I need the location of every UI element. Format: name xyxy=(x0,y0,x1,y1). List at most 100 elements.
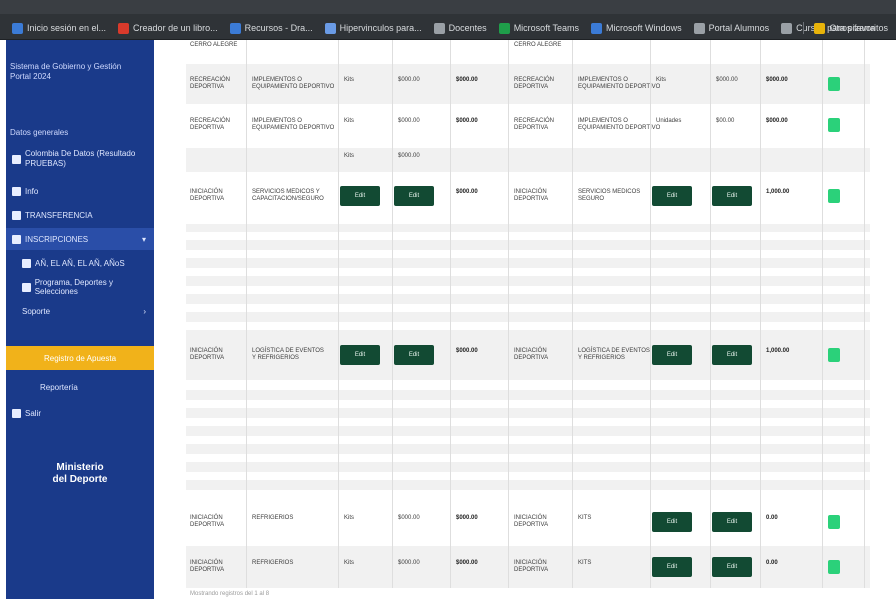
main-content: CERRO ALEGRE CERRO ALEGRE RECREACIÓN DEPOR… xyxy=(160,40,896,599)
other-bookmarks-folder[interactable]: Otros favoritos xyxy=(810,19,892,37)
edit-button[interactable]: Edit xyxy=(652,345,692,365)
table-cell: 1,000.00 xyxy=(766,348,790,354)
chevron-right-icon: › xyxy=(143,306,146,316)
table-cell: Kits xyxy=(344,515,355,521)
edit-button[interactable]: Edit xyxy=(652,557,692,577)
grid-divider xyxy=(246,40,247,588)
table-cell: 1,000.00 xyxy=(766,189,790,195)
table-cell: $000.00 xyxy=(398,77,420,83)
action-icon[interactable] xyxy=(828,77,840,91)
action-icon[interactable] xyxy=(828,560,840,574)
table-cell: INICIACIÓN DEPORTIVA xyxy=(514,189,549,202)
table-cell: INICIACIÓN DEPORTIVA xyxy=(190,189,225,202)
table-cell: $000.00 xyxy=(456,189,478,195)
bookmark-item[interactable]: Portal Alumnos xyxy=(690,19,774,37)
table-cell: RECREACIÓN DEPORTIVA xyxy=(190,118,231,131)
empty-table-row xyxy=(186,390,870,400)
table-cell: Kits xyxy=(656,77,667,83)
empty-table-row xyxy=(186,240,870,250)
grid-divider xyxy=(508,40,509,588)
action-icon[interactable] xyxy=(828,515,840,529)
sidebar-subitem-soporte[interactable]: Soporte › xyxy=(6,300,154,322)
action-icon[interactable] xyxy=(828,189,840,203)
bookmark-item[interactable]: Microsoft Windows xyxy=(587,19,686,37)
doc-icon xyxy=(22,282,31,292)
bookmark-favicon-icon xyxy=(498,22,510,34)
edit-button[interactable]: Edit xyxy=(340,345,380,365)
bookmark-item[interactable]: Creador de un libro... xyxy=(114,19,222,37)
bookmark-item[interactable]: Microsoft Teams xyxy=(495,19,583,37)
table-cell: RECREACIÓN DEPORTIVA xyxy=(514,118,555,131)
grid-divider xyxy=(392,40,393,588)
sidebar-item-inscripciones[interactable]: INSCRIPCIONES ▾ xyxy=(6,228,154,250)
empty-table-row xyxy=(186,426,870,436)
sidebar-system-title: Sistema de Gobierno y Gestión Portal 202… xyxy=(10,62,122,81)
sidebar-item-reporteria[interactable]: Reportería xyxy=(6,376,154,398)
sidebar-item-salir[interactable]: Salir xyxy=(6,402,154,424)
sidebar-item-info[interactable]: Info xyxy=(6,180,154,202)
table-cell: LOGÍSTICA DE EVENTOS Y REFRIGERIOS xyxy=(252,348,324,361)
table-cell: $000.00 xyxy=(398,153,420,159)
transfer-icon xyxy=(12,210,21,220)
edit-button[interactable]: Edit xyxy=(394,345,434,365)
edit-button[interactable]: Edit xyxy=(394,186,434,206)
edit-button[interactable]: Edit xyxy=(652,186,692,206)
edit-button[interactable]: Edit xyxy=(712,345,752,365)
grid-divider xyxy=(822,40,823,588)
table-cell: Kits xyxy=(344,153,355,159)
sidebar-section-label: Datos generales xyxy=(10,128,69,137)
chevron-down-icon: ▾ xyxy=(141,234,146,244)
table-cell: INICIACIÓN DEPORTIVA xyxy=(190,348,225,361)
grid-divider xyxy=(864,40,865,588)
table-cell: INICIACIÓN DEPORTIVA xyxy=(190,515,225,528)
building-icon xyxy=(12,154,21,164)
sidebar-item-registro-apuesta[interactable]: Registro de Apuesta xyxy=(6,346,154,370)
table-cell: INICIACIÓN DEPORTIVA xyxy=(190,560,225,573)
bookmark-item[interactable]: Docentes xyxy=(430,19,491,37)
bookmark-item[interactable]: Inicio sesión en el... xyxy=(8,19,110,37)
ministerio-logo: Ministerio del Deporte xyxy=(52,462,108,485)
table-cell: LOGÍSTICA DE EVENTOS Y REFRIGERIOS xyxy=(578,348,650,361)
table-cell: $000.00 xyxy=(398,118,420,124)
table-cell: $000.00 xyxy=(766,118,788,124)
action-icon[interactable] xyxy=(828,348,840,362)
table-cell: IMPLEMENTOS O EQUIPAMIENTO DEPORTIVO xyxy=(578,118,661,131)
table-cell: CERRO ALEGRE xyxy=(190,42,238,48)
empty-table-row xyxy=(186,224,870,232)
edit-button[interactable]: Edit xyxy=(652,512,692,532)
table-cell: CERRO ALEGRE xyxy=(514,42,562,48)
table-cell: IMPLEMENTOS O EQUIPAMIENTO DEPORTIVO xyxy=(252,77,335,90)
empty-table-row xyxy=(186,312,870,322)
table-cell: KITS xyxy=(578,515,592,521)
table-cell: RECREACIÓN DEPORTIVA xyxy=(514,77,555,90)
table-row: RECREACIÓN DEPORTIVA IMPLEMENTOS O EQUIPA… xyxy=(186,106,870,144)
table-row: INICIACIÓN DEPORTIVA REFRIGERIOS Kits $000.… xyxy=(186,546,870,588)
action-icon[interactable] xyxy=(828,118,840,132)
bookmark-favicon-icon xyxy=(324,22,336,34)
bookmark-item[interactable]: Hipervinculos para... xyxy=(321,19,426,37)
sidebar-item-colombia-datos[interactable]: Colombia De Datos (Resultado PRUEBAS) xyxy=(6,144,154,174)
edit-button[interactable]: Edit xyxy=(712,512,752,532)
table-footer: Mostrando registros del 1 al 8 xyxy=(190,591,270,597)
table-cell: REFRIGERIOS xyxy=(252,515,294,521)
empty-table-row xyxy=(186,444,870,454)
edit-button[interactable]: Edit xyxy=(340,186,380,206)
table-cell: $000.00 xyxy=(456,560,478,566)
empty-table-row xyxy=(186,480,870,490)
sidebar-subitem-anos[interactable]: AÑ, EL AÑ, EL AÑ, AÑoS xyxy=(6,252,154,274)
table-cell: IMPLEMENTOS O EQUIPAMIENTO DEPORTIVO xyxy=(578,77,661,90)
bookmark-favicon-icon xyxy=(118,22,130,34)
edit-button[interactable]: Edit xyxy=(712,557,752,577)
bookmark-item[interactable]: Recursos - Dra... xyxy=(226,19,317,37)
table-cell: Kits xyxy=(344,118,355,124)
empty-table-row xyxy=(186,408,870,418)
table-cell: $00.00 xyxy=(716,118,735,124)
table-cell: $000.00 xyxy=(398,560,420,566)
table-row: RECREACIÓN DEPORTIVA IMPLEMENTOS O EQUIPA… xyxy=(186,64,870,104)
empty-table-row xyxy=(186,462,870,472)
edit-button[interactable]: Edit xyxy=(712,186,752,206)
table-cell: INICIACIÓN DEPORTIVA xyxy=(514,348,549,361)
sidebar-item-transferencia[interactable]: TRANSFERENCIA xyxy=(6,204,154,226)
sidebar-subitem-programa[interactable]: Programa, Deportes y Selecciones xyxy=(6,276,154,298)
bookmark-favicon-icon xyxy=(433,22,445,34)
